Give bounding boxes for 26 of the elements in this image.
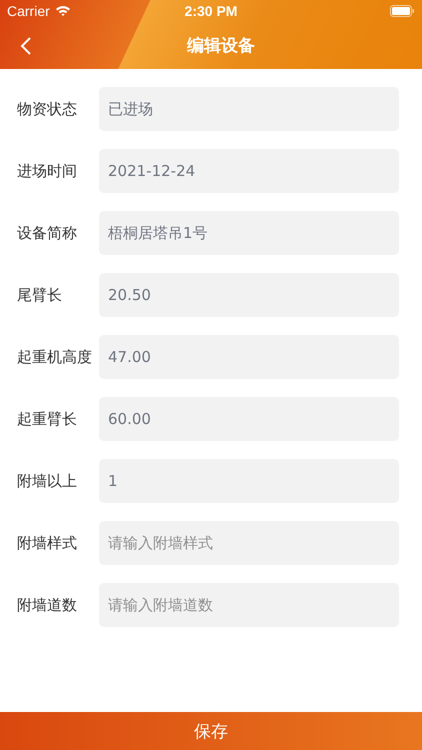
field-label: 附墙样式 [17, 534, 78, 552]
input-field[interactable]: 已进场 [99, 87, 399, 131]
back-icon [20, 36, 32, 56]
field-label: 尾臂长 [17, 286, 63, 304]
carrier-label: Carrier [7, 3, 50, 19]
input-field[interactable]: 请输入附墙样式 [99, 521, 399, 565]
battery-icon [390, 5, 415, 17]
back-button[interactable] [20, 36, 32, 56]
field-label: 进场时间 [17, 162, 78, 180]
field-label: 起重机高度 [17, 348, 93, 366]
field-label: 起重臂长 [17, 410, 78, 428]
field-label: 附墙道数 [17, 596, 78, 614]
save-button[interactable]: 保存 [0, 712, 422, 750]
wifi-icon [54, 5, 71, 17]
input-field[interactable]: 20.50 [99, 273, 399, 317]
input-field[interactable]: 1 [99, 459, 399, 503]
input-field[interactable]: 60.00 [99, 397, 399, 441]
input-field[interactable]: 47.00 [99, 335, 399, 379]
page-title: 编辑设备 [187, 35, 255, 57]
field-label: 物资状态 [17, 100, 78, 118]
input-field[interactable]: 请输入附墙道数 [99, 583, 399, 627]
status-time: 2:30 PM [184, 3, 238, 19]
input-field[interactable]: 梧桐居塔吊1号 [99, 211, 399, 255]
field-label: 附墙以上 [17, 472, 78, 490]
input-field[interactable]: 2021-12-24 [99, 149, 399, 193]
field-label: 设备简称 [17, 224, 78, 242]
